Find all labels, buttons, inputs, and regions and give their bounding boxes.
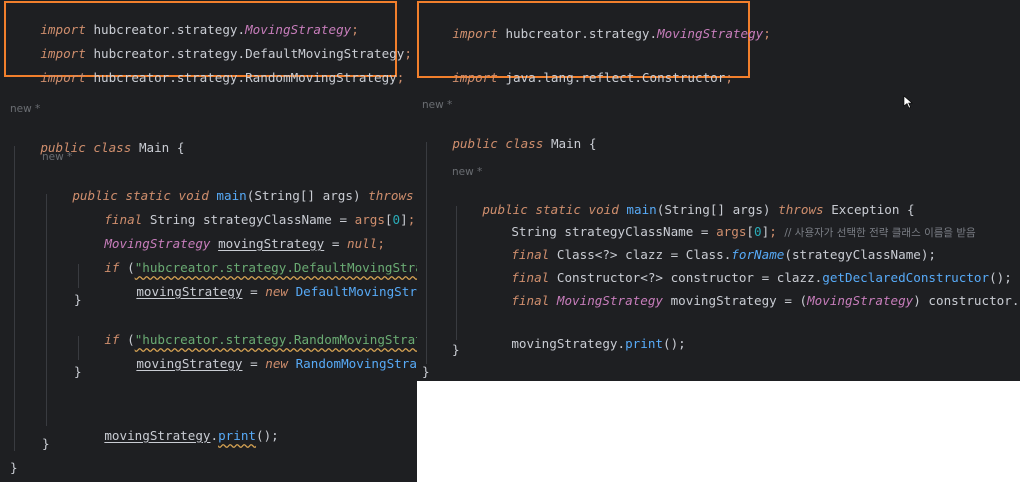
variable-name: movingStrategy = [663, 293, 800, 308]
paren: ) [913, 293, 921, 308]
semicolon: ; [407, 212, 416, 227]
indent-guide [426, 142, 427, 364]
brace: { [588, 136, 597, 151]
author-hint[interactable]: new * [452, 166, 482, 178]
class-name: DefaultMovingStrate [295, 284, 417, 299]
brace-line[interactable]: } [422, 364, 430, 380]
left-editor-pane[interactable]: import hubcreator.strategy.MovingStrateg… [0, 0, 417, 482]
code-line[interactable]: movingStrategy = new RandomMovingStrateg [106, 340, 417, 388]
mouse-pointer-icon [903, 95, 913, 109]
brace-line[interactable]: } [10, 460, 18, 476]
number: 0 [392, 212, 401, 227]
keyword: import [452, 70, 498, 85]
brace-line[interactable]: } [74, 364, 82, 380]
keyword: final [511, 293, 550, 308]
semicolon: ; [725, 70, 733, 85]
keyword: new [265, 284, 288, 299]
author-hint[interactable]: new * [42, 151, 72, 163]
code-line[interactable]: final MovingStrategy movingStrategy = (M… [481, 277, 1020, 325]
class-name: MovingStrategy [657, 26, 764, 41]
right-editor-pane[interactable]: import hubcreator.strategy.MovingStrateg… [417, 0, 1020, 381]
semicolon: ; [404, 46, 412, 61]
brace-line[interactable]: } [74, 292, 82, 308]
package-path: hubcreator.strategy. [93, 70, 246, 85]
cast-type: MovingStrategy [807, 293, 914, 308]
indent-guide [78, 336, 79, 360]
method-name: print [625, 336, 664, 351]
code-line[interactable]: movingStrategy.print(); [481, 320, 686, 368]
class-name: Main [138, 140, 170, 155]
indent-guide [46, 194, 47, 426]
call-parens: (); [256, 428, 279, 443]
import-line[interactable]: import hubcreator.strategy.MovingStrateg… [422, 10, 771, 58]
keyword: public class [452, 136, 544, 151]
class-declaration[interactable]: public class Main { [422, 120, 596, 168]
class-name: Main [550, 136, 582, 151]
author-hint[interactable]: new * [422, 99, 452, 111]
variable-name: movingStrategy [104, 428, 211, 443]
class-name: RandomMovingStrategy [245, 70, 397, 85]
package-path: hubcreator.strategy. [505, 26, 658, 41]
indent-guide [14, 146, 15, 451]
code-line[interactable]: movingStrategy.print(); [74, 412, 279, 460]
variable-ref: movingStrategy [511, 336, 618, 351]
blank-area [704, 383, 1020, 488]
semicolon: ; [396, 70, 405, 85]
operator: = [242, 284, 266, 299]
keyword: import [40, 70, 86, 85]
package-path: java.lang.reflect.Constructor [505, 70, 726, 85]
import-line[interactable]: import hubcreator.strategy.RandomMovingS… [10, 54, 404, 102]
indent-guide [78, 264, 79, 288]
dot: . [617, 336, 626, 351]
class-declaration[interactable]: public class Main { [10, 124, 184, 172]
method-name: print [218, 428, 257, 443]
code-line[interactable]: movingStrategy = new DefaultMovingStrate [106, 268, 417, 316]
operator: = [242, 356, 266, 371]
dot: . [210, 428, 219, 443]
call-parens: (); [663, 336, 686, 351]
indent-guide [456, 206, 457, 340]
semicolon: ; [763, 26, 771, 41]
brace-line[interactable]: } [452, 342, 460, 358]
variable-name: movingStrategy [136, 356, 243, 371]
keyword: import [452, 26, 498, 41]
keyword: new [265, 356, 288, 371]
class-name: RandomMovingStrateg [295, 356, 417, 371]
type-name: MovingStrategy [556, 293, 664, 308]
paren: ( [799, 293, 808, 308]
author-hint[interactable]: new * [10, 103, 40, 115]
brace-line[interactable]: } [42, 436, 50, 452]
brace: { [176, 140, 185, 155]
import-line[interactable]: import java.lang.reflect.Constructor; [422, 54, 733, 102]
variable-ref: constructor [920, 293, 1012, 308]
variable-name: movingStrategy [136, 284, 243, 299]
